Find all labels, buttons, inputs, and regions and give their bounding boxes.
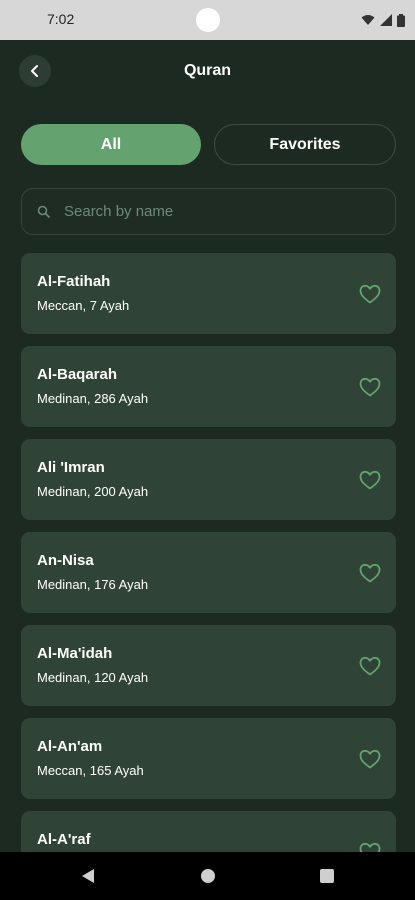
surah-card[interactable]: Al-Ma'idah Medinan, 120 Ayah: [21, 625, 396, 706]
filter-tabs: All Favorites: [21, 124, 396, 165]
favorite-button[interactable]: [358, 468, 382, 492]
nav-back-button[interactable]: [64, 852, 112, 900]
heart-outline-icon: [359, 470, 381, 490]
surah-name: Al-Fatihah: [37, 273, 111, 290]
home-circle-icon: [201, 869, 215, 883]
surah-meta: Medinan, 176 Ayah: [37, 577, 149, 592]
surah-name: Ali 'Imran: [37, 459, 105, 476]
status-time: 7:02: [47, 11, 75, 27]
nav-home-button[interactable]: [184, 852, 232, 900]
top-app-bar: Quran: [0, 40, 415, 104]
signal-icon: [380, 14, 392, 26]
favorite-button[interactable]: [358, 840, 382, 852]
surah-name: Al-An'am: [37, 738, 103, 755]
surah-card[interactable]: An-Nisa Medinan, 176 Ayah: [21, 532, 396, 613]
heart-outline-icon: [359, 377, 381, 397]
favorite-button[interactable]: [358, 747, 382, 771]
tab-all[interactable]: All: [21, 124, 201, 165]
heart-outline-icon: [359, 563, 381, 583]
heart-outline-icon: [359, 656, 381, 676]
favorite-button[interactable]: [358, 561, 382, 585]
surah-name: Al-Ma'idah: [37, 645, 113, 662]
page-title: Quran: [183, 62, 232, 79]
heart-outline-icon: [359, 284, 381, 304]
favorite-button[interactable]: [358, 654, 382, 678]
search-icon: [36, 204, 52, 220]
battery-icon: [397, 13, 405, 27]
camera-cutout: [196, 8, 220, 32]
system-nav-bar: [0, 852, 415, 900]
heart-outline-icon: [359, 842, 381, 852]
favorite-button[interactable]: [358, 282, 382, 306]
heart-outline-icon: [359, 749, 381, 769]
surah-card[interactable]: Al-Fatihah Meccan, 7 Ayah: [21, 253, 396, 334]
surah-meta: Meccan, 165 Ayah: [37, 763, 144, 778]
surah-name: Al-Baqarah: [37, 366, 118, 383]
surah-meta: Meccan, 7 Ayah: [37, 298, 130, 313]
tab-favorites[interactable]: Favorites: [214, 124, 396, 165]
app-screen: Quran All Favorites Al-Fatihah Meccan, 7…: [0, 40, 415, 852]
recents-square-icon: [320, 869, 334, 883]
surah-card[interactable]: Ali 'Imran Medinan, 200 Ayah: [21, 439, 396, 520]
search-box[interactable]: [21, 188, 396, 235]
surah-card[interactable]: Al-Baqarah Medinan, 286 Ayah: [21, 346, 396, 427]
favorite-button[interactable]: [358, 375, 382, 399]
surah-list: Al-Fatihah Meccan, 7 Ayah Al-Baqarah Med…: [21, 253, 396, 852]
back-triangle-icon: [82, 869, 94, 883]
surah-meta: Medinan, 200 Ayah: [37, 484, 149, 499]
nav-recents-button[interactable]: [303, 852, 351, 900]
status-bar: 7:02: [0, 0, 415, 40]
wifi-icon: [361, 15, 375, 25]
surah-name: An-Nisa: [37, 552, 94, 569]
surah-name: Al-A'raf: [37, 831, 91, 848]
surah-meta: Medinan, 286 Ayah: [37, 391, 149, 406]
surah-card[interactable]: Al-An'am Meccan, 165 Ayah: [21, 718, 396, 799]
surah-meta: Medinan, 120 Ayah: [37, 670, 149, 685]
search-input[interactable]: [64, 203, 395, 220]
status-icons: [361, 12, 405, 28]
surah-card[interactable]: Al-A'raf: [21, 811, 396, 852]
